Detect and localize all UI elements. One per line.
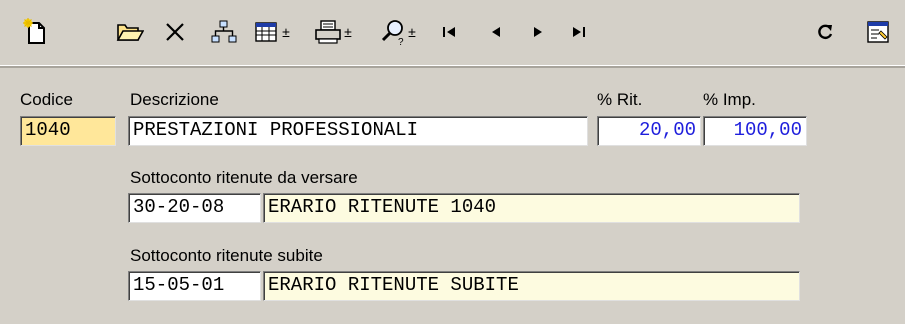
new-document-icon[interactable]: [18, 14, 54, 50]
find-dropdown-icon[interactable]: ±: [402, 14, 422, 50]
descrizione-field[interactable]: PRESTAZIONI PROFESSIONALI: [128, 116, 588, 146]
rit-field[interactable]: 20,00: [597, 116, 701, 146]
properties-icon[interactable]: [860, 14, 896, 50]
first-record-icon[interactable]: [432, 14, 468, 50]
delete-icon[interactable]: [157, 14, 193, 50]
open-folder-icon[interactable]: [112, 14, 148, 50]
rit-label: % Rit.: [597, 90, 643, 109]
toolbar: ± ± ? ±: [0, 0, 905, 68]
previous-record-icon[interactable]: [478, 14, 514, 50]
imp-label: % Imp.: [703, 90, 756, 109]
subite-description-field: ERARIO RITENUTE SUBITE: [263, 271, 800, 301]
versare-code-field[interactable]: 30-20-08: [128, 193, 261, 223]
subite-code-field[interactable]: 15-05-01: [128, 271, 261, 301]
hierarchy-icon[interactable]: [206, 14, 242, 50]
versare-label: Sottoconto ritenute da versare: [130, 168, 358, 187]
imp-field[interactable]: 100,00: [703, 116, 807, 146]
next-record-icon[interactable]: [520, 14, 556, 50]
last-record-icon[interactable]: [560, 14, 596, 50]
subite-label: Sottoconto ritenute subite: [130, 246, 323, 265]
descrizione-label: Descrizione: [130, 90, 219, 109]
table-view-dropdown-icon[interactable]: ±: [276, 14, 296, 50]
refresh-icon[interactable]: [807, 14, 843, 50]
print-dropdown-icon[interactable]: ±: [338, 14, 358, 50]
codice-label: Codice: [20, 90, 73, 109]
codice-field[interactable]: 1040: [20, 116, 116, 146]
record-form: Codice Descrizione % Rit. % Imp. 1040 PR…: [0, 68, 905, 324]
versare-description-field: ERARIO RITENUTE 1040: [263, 193, 800, 223]
